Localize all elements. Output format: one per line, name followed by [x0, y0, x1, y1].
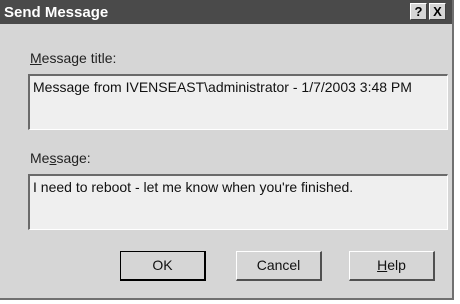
close-title-button[interactable]: X [429, 3, 446, 20]
window-title: Send Message [4, 4, 109, 21]
cancel-button[interactable]: Cancel [236, 251, 322, 281]
help-title-button[interactable]: ? [410, 3, 427, 20]
help-button[interactable]: Help [349, 251, 435, 281]
send-message-dialog: Send Message ? X Message title: Message … [0, 0, 454, 300]
message-label: Message: [30, 150, 91, 166]
message-title-label: Message title: [30, 50, 117, 66]
message-title-input[interactable]: Message from IVENSEAST\administrator - 1… [28, 74, 448, 130]
title-bar[interactable]: Send Message ? X [0, 0, 452, 24]
message-input[interactable]: I need to reboot - let me know when you'… [28, 174, 448, 230]
ok-button[interactable]: OK [120, 251, 206, 281]
